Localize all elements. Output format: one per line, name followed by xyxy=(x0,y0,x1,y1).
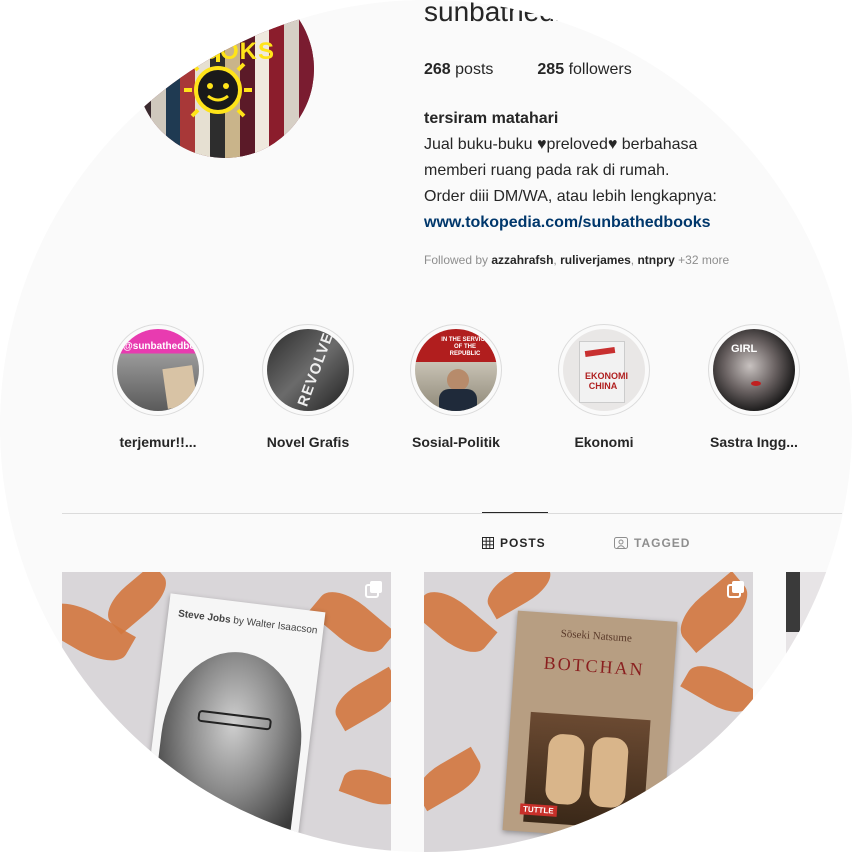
followers-count-value: 285 xyxy=(537,61,565,78)
highlight-thumb-text: REVOLVE xyxy=(294,330,338,409)
posts-count-value: 268 xyxy=(424,61,451,78)
bio-line: Jual buku-buku ♥preloved♥ berbahasa xyxy=(424,136,698,153)
highlight-thumbnail: EKONOMI CHINA xyxy=(563,329,645,411)
tab-tagged[interactable]: TAGGED xyxy=(614,536,690,550)
highlight-novel-grafis[interactable]: REVOLVE Novel Grafis xyxy=(238,324,378,450)
book-author: by Walter Isaacson xyxy=(232,615,319,637)
highlight-label: Ekonomi xyxy=(574,434,634,450)
highlight-ring: IN THE SERVICE OF THE REPUBLIC xyxy=(410,324,502,416)
bio-line: memberi ruang pada rak di rumah. xyxy=(424,162,670,179)
book-cover: Sōseki Natsume BOTCHAN TUTTLE xyxy=(502,610,678,842)
post-thumbnail[interactable]: Sōseki Natsume BOTCHAN TUTTLE xyxy=(424,572,753,852)
tab-posts-label: POSTS xyxy=(500,536,546,550)
highlight-terjemur[interactable]: @sunbathedbooks terjemur!!... xyxy=(88,324,228,450)
highlight-label: Sosial-Politik xyxy=(412,434,500,450)
grid-icon xyxy=(482,537,494,549)
book-author: Sōseki Natsume xyxy=(560,627,633,645)
highlight-thumb-text: IN THE SERVICE OF THE REPUBLIC xyxy=(441,337,489,357)
tabs-divider xyxy=(62,513,842,514)
highlight-ring: REVOLVE xyxy=(262,324,354,416)
book-title: BOTCHAN xyxy=(543,652,646,680)
followed-by[interactable]: Followed by azzahrafsh, ruliverjames, nt… xyxy=(424,253,729,267)
tab-posts[interactable]: POSTS xyxy=(482,536,546,550)
bio-line: Order diii DM/WA, atau lebih lengkapnya: xyxy=(424,188,717,205)
highlight-thumbnail: GIRL xyxy=(713,329,795,411)
followed-by-user[interactable]: azzahrafsh xyxy=(491,253,553,267)
highlight-sastra-inggris[interactable]: GIRL Sastra Ingg... xyxy=(684,324,824,450)
posts-count: 268 posts xyxy=(424,61,493,79)
highlight-ring: EKONOMI CHINA xyxy=(558,324,650,416)
multiple-posts-icon xyxy=(727,581,744,598)
profile-stats: 268 posts 285 followers xyxy=(424,61,632,79)
post-thumbnail[interactable] xyxy=(786,572,852,852)
highlight-thumbnail: @sunbathedbooks xyxy=(117,329,199,411)
posts-count-label: posts xyxy=(455,61,494,78)
profile-avatar[interactable]: HED BOOKS xyxy=(136,0,314,158)
highlight-label: Sastra Ingg... xyxy=(710,434,798,450)
avatar-text-top: HED xyxy=(214,14,264,39)
book-title: Steve Jobs xyxy=(177,608,232,626)
highlight-sosial-politik[interactable]: IN THE SERVICE OF THE REPUBLIC Sosial-Po… xyxy=(386,324,526,450)
followed-by-user[interactable]: ntnpry xyxy=(637,253,674,267)
tagged-user-icon xyxy=(614,537,628,549)
profile-display-name: tersiram matahari xyxy=(424,110,559,127)
tab-tagged-label: TAGGED xyxy=(634,536,691,550)
followed-by-user[interactable]: ruliverjames xyxy=(560,253,631,267)
highlight-label: terjemur!!... xyxy=(119,434,197,450)
profile-page: HED BOOKS sunbathedb 268 posts 285 follo… xyxy=(0,0,852,852)
multiple-posts-icon xyxy=(365,581,382,598)
followed-by-more[interactable]: +32 more xyxy=(678,253,729,267)
sun-icon xyxy=(184,52,252,118)
highlight-ekonomi[interactable]: EKONOMI CHINA Ekonomi xyxy=(534,324,674,450)
followers-count[interactable]: 285 followers xyxy=(537,61,631,79)
highlight-thumb-text: GIRL xyxy=(731,343,758,355)
highlight-thumb-text: EKONOMI CHINA xyxy=(585,371,629,391)
highlight-thumbnail: REVOLVE xyxy=(267,329,349,411)
profile-username: sunbathedb xyxy=(424,0,571,27)
profile-bio: tersiram matahari Jual buku-buku ♥prelov… xyxy=(424,106,844,236)
post-thumbnail[interactable]: Steve Jobs by Walter Isaacson xyxy=(62,572,391,852)
highlight-thumbnail: IN THE SERVICE OF THE REPUBLIC xyxy=(415,329,497,411)
highlight-ring: GIRL xyxy=(708,324,800,416)
book-cover: Steve Jobs by Walter Isaacson xyxy=(142,593,326,841)
highlight-label: Novel Grafis xyxy=(266,434,350,450)
bio-website-link[interactable]: www.tokopedia.com/sunbathedbooks xyxy=(424,214,711,231)
followers-count-label: followers xyxy=(568,61,632,78)
highlight-ring: @sunbathedbooks xyxy=(112,324,204,416)
highlight-thumb-text: @sunbathedbooks xyxy=(123,341,199,352)
active-tab-indicator xyxy=(482,512,548,513)
followed-by-prefix: Followed by xyxy=(424,253,489,267)
